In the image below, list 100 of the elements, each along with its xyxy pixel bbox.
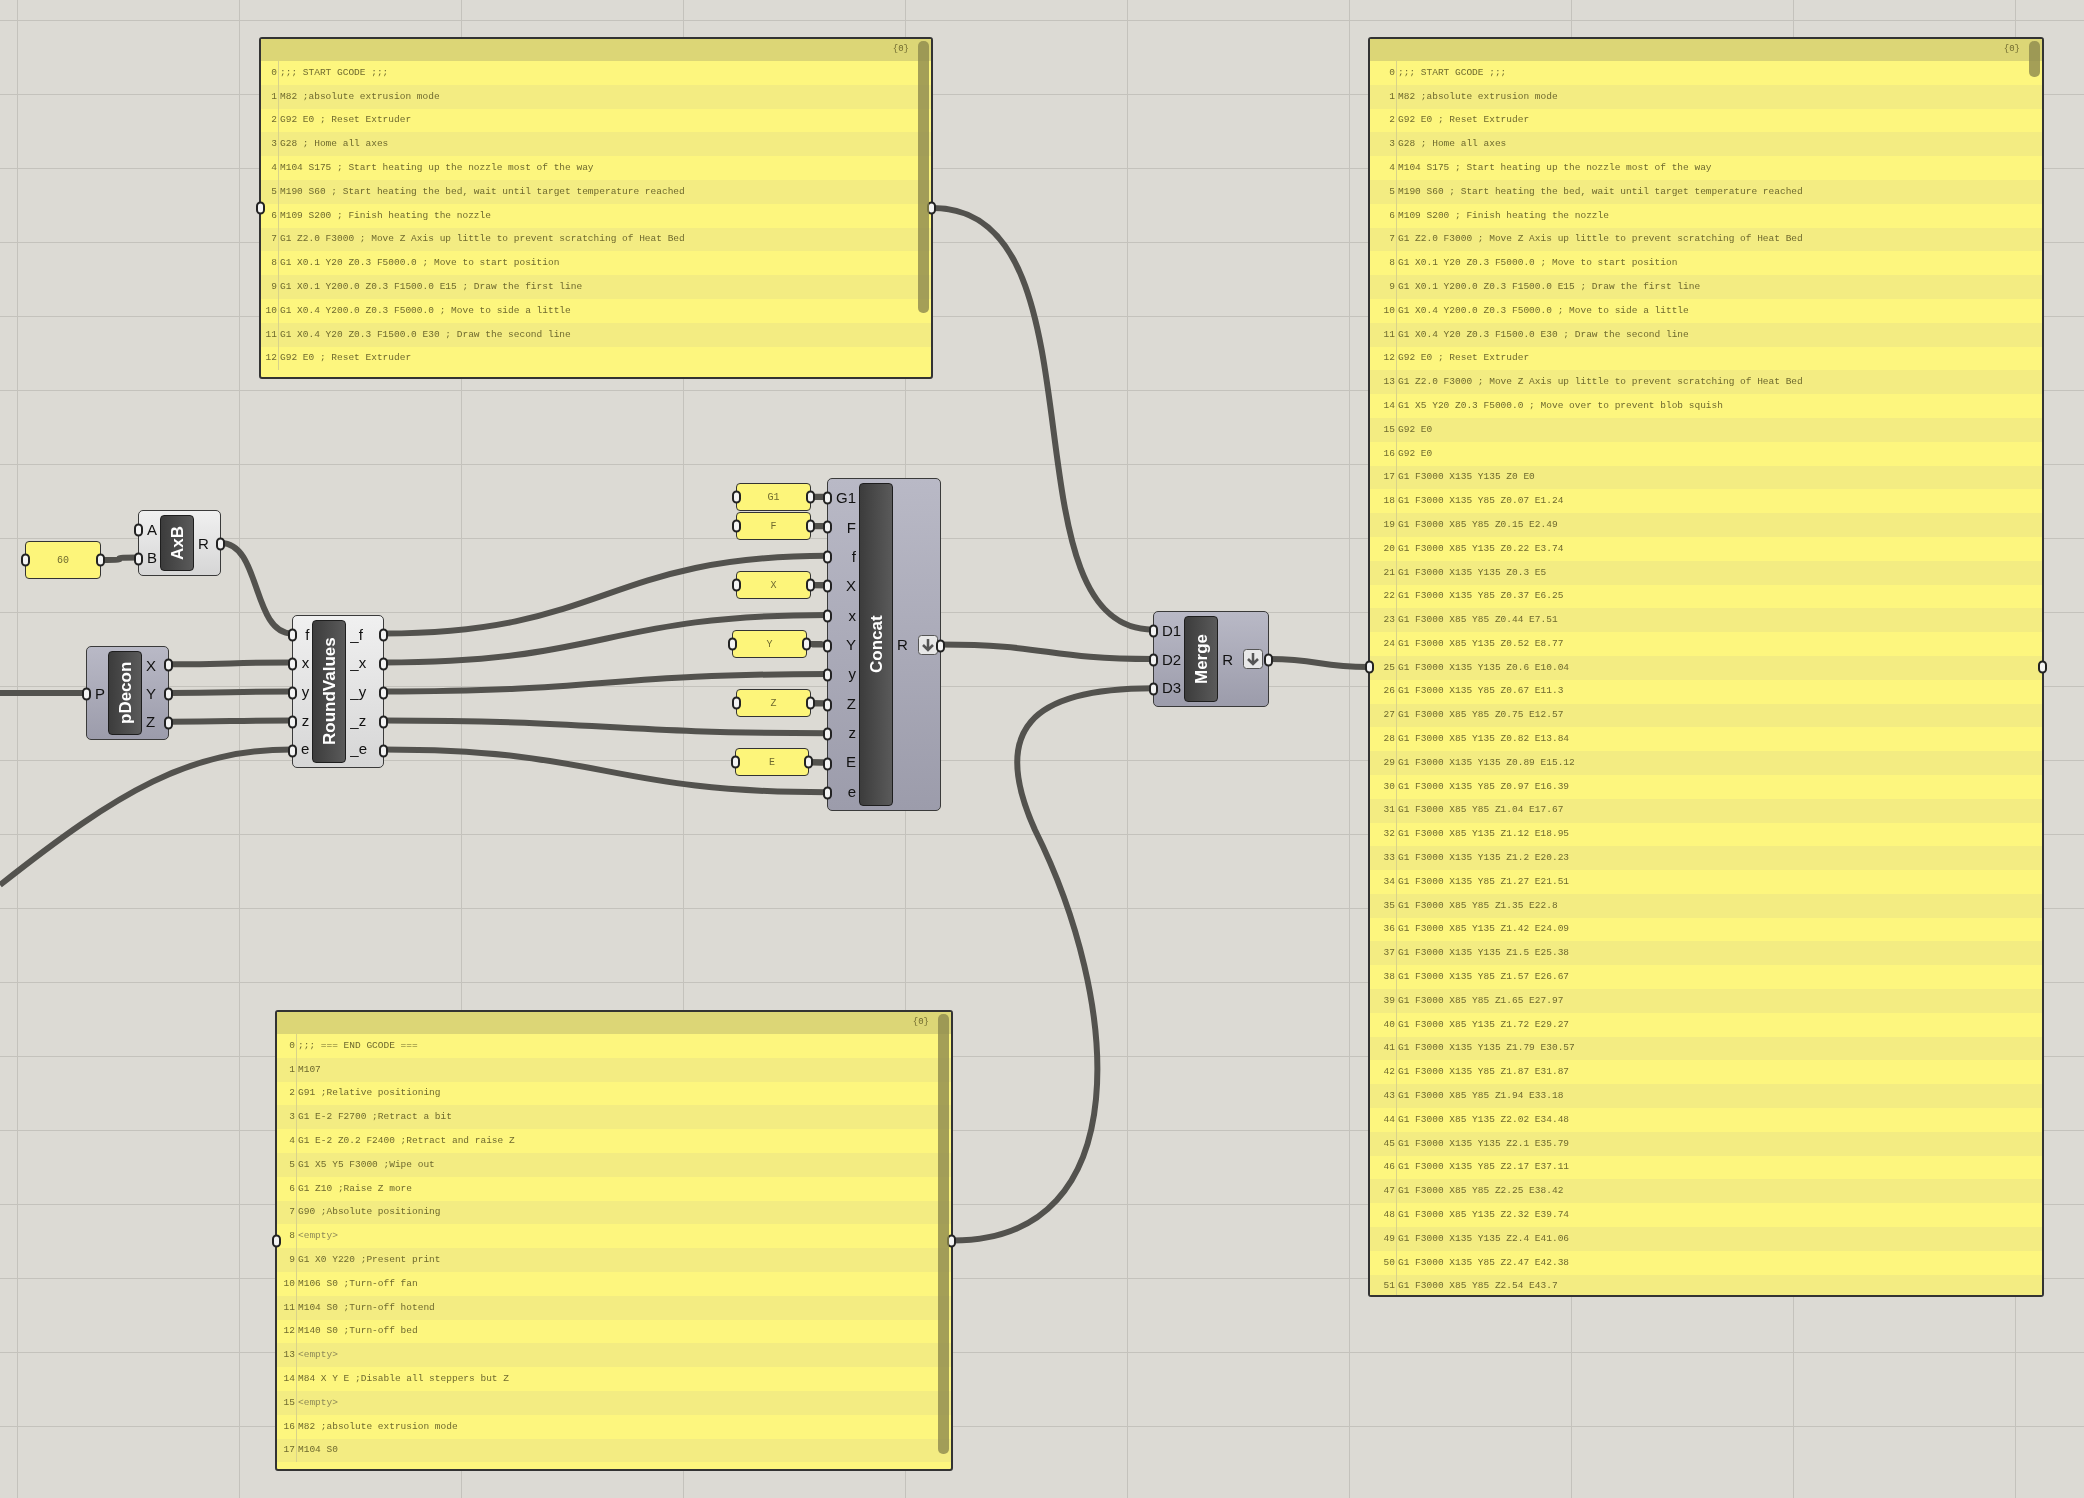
line-text: G28 ; Home all axes — [1397, 137, 1507, 152]
port[interactable] — [288, 715, 297, 728]
port[interactable] — [728, 637, 737, 651]
output-label: R — [1222, 651, 1234, 667]
input-label: f — [851, 548, 856, 564]
line-text: M109 S200 ; Finish heating the nozzle — [279, 208, 491, 223]
port[interactable] — [804, 755, 813, 769]
input-label: F — [846, 519, 856, 535]
port[interactable] — [288, 686, 297, 699]
port[interactable] — [134, 523, 143, 536]
line-text: G1 Z2.0 F3000 ; Move Z Axis up little to prevent scratching of Heat Bed — [279, 232, 685, 247]
port[interactable] — [732, 578, 741, 592]
port[interactable] — [379, 715, 388, 728]
panel-value: G1 — [767, 490, 780, 505]
output-label: _x — [350, 655, 367, 671]
scrollbar[interactable] — [2029, 41, 2040, 77]
port[interactable] — [823, 579, 832, 593]
line-text: G1 F3000 X85 Y85 Z1.35 E22.8 — [1397, 898, 1558, 913]
line-text: G1 X0.1 Y200.0 Z0.3 F1500.0 E15 ; Draw the first line — [279, 279, 583, 294]
line-number: 12 — [264, 351, 278, 366]
line-text: G1 F3000 X85 Y135 Z0.52 E8.77 — [1397, 636, 1564, 651]
port[interactable] — [806, 519, 815, 533]
line-number: 15 — [1382, 422, 1396, 437]
port[interactable] — [823, 757, 832, 771]
port[interactable] — [731, 755, 740, 769]
line-number: 7 — [270, 232, 278, 247]
port[interactable] — [1149, 653, 1158, 667]
port[interactable] — [1149, 624, 1158, 638]
line-text: G1 F3000 X135 Y85 Z0.97 E16.39 — [1397, 779, 1570, 794]
input-label: Z — [846, 695, 856, 711]
line-text: M140 S0 ;Turn-off bed — [297, 1324, 418, 1339]
line-text: G1 Z10 ;Raise Z more — [297, 1181, 413, 1196]
line-text: G1 F3000 X135 Y85 Z2.47 E42.38 — [1397, 1255, 1570, 1270]
line-number: 17 — [282, 1443, 296, 1458]
input-label: G1 — [836, 490, 856, 506]
port[interactable] — [379, 744, 388, 757]
component-title: Merge — [1184, 616, 1219, 702]
input-label: E — [846, 754, 856, 770]
line-text: G1 F3000 X85 Y135 Z1.42 E24.09 — [1397, 922, 1570, 937]
port[interactable] — [379, 686, 388, 699]
port[interactable] — [823, 520, 832, 534]
port[interactable] — [82, 687, 91, 701]
input-label: B — [147, 549, 157, 565]
line-number: 4 — [1388, 160, 1396, 175]
port[interactable] — [288, 744, 297, 757]
port[interactable] — [823, 639, 832, 652]
line-text: G1 F3000 X135 Y85 Z0.07 E1.24 — [1397, 494, 1564, 509]
port[interactable] — [823, 668, 832, 682]
input-label: e — [847, 783, 856, 799]
line-text: M107 — [297, 1062, 321, 1077]
port[interactable] — [806, 696, 815, 710]
port[interactable] — [823, 609, 832, 623]
line-text: M84 X Y E ;Disable all steppers but Z — [297, 1371, 509, 1386]
port[interactable] — [823, 491, 832, 505]
port[interactable] — [732, 696, 741, 710]
port[interactable] — [216, 537, 225, 551]
line-number: 22 — [1382, 589, 1396, 604]
line-number: 11 — [264, 327, 278, 342]
line-number: 39 — [1382, 993, 1396, 1008]
port[interactable] — [379, 628, 388, 641]
port[interactable] — [823, 786, 832, 800]
port[interactable] — [806, 490, 815, 504]
port[interactable] — [288, 657, 297, 670]
line-text: G1 F3000 X135 Y135 Z0.89 E15.12 — [1397, 755, 1575, 770]
port[interactable] — [823, 727, 832, 741]
input-label: y — [848, 666, 856, 682]
line-text: M106 S0 ;Turn-off fan — [297, 1276, 418, 1291]
line-text: G1 X0.4 Y20 Z0.3 F1500.0 E30 ; Draw the second line — [279, 327, 571, 342]
port[interactable] — [802, 637, 811, 651]
output-label: R — [897, 637, 908, 652]
input-label: x — [848, 607, 856, 623]
line-text: G1 F3000 X135 Y135 Z0.3 E5 — [1397, 565, 1547, 580]
panel-path: {0} — [892, 43, 909, 57]
scrollbar[interactable] — [918, 41, 929, 313]
text-panel[interactable] — [259, 37, 933, 379]
component-title: Concat — [859, 483, 893, 806]
line-number: 7 — [1388, 232, 1396, 247]
port[interactable] — [823, 698, 832, 712]
line-text: G1 Z2.0 F3000 ; Move Z Axis up little to prevent scratching of Heat Bed — [1397, 232, 1803, 247]
port[interactable] — [732, 490, 741, 504]
port[interactable] — [732, 519, 741, 533]
line-text: G1 F3000 X85 Y85 Z0.15 E2.49 — [1397, 517, 1558, 532]
line-number: 36 — [1382, 922, 1396, 937]
port[interactable] — [164, 658, 173, 672]
line-number: 7 — [288, 1205, 296, 1220]
line-text: G1 F3000 X85 Y135 Z1.72 E29.27 — [1397, 1017, 1570, 1032]
port[interactable] — [164, 687, 173, 701]
port[interactable] — [823, 550, 832, 564]
port[interactable] — [379, 657, 388, 670]
line-text: G92 E0 ; Reset Extruder — [1397, 351, 1530, 366]
scrollbar[interactable] — [938, 1014, 949, 1454]
port[interactable] — [806, 578, 815, 592]
port[interactable] — [164, 716, 173, 730]
port[interactable] — [134, 552, 143, 565]
line-text: G1 F3000 X85 Y135 Z2.32 E39.74 — [1397, 1208, 1570, 1222]
port[interactable] — [1149, 682, 1158, 696]
port[interactable] — [288, 628, 297, 641]
line-number: 14 — [282, 1371, 296, 1386]
port[interactable] — [21, 553, 30, 567]
port[interactable] — [96, 553, 105, 567]
